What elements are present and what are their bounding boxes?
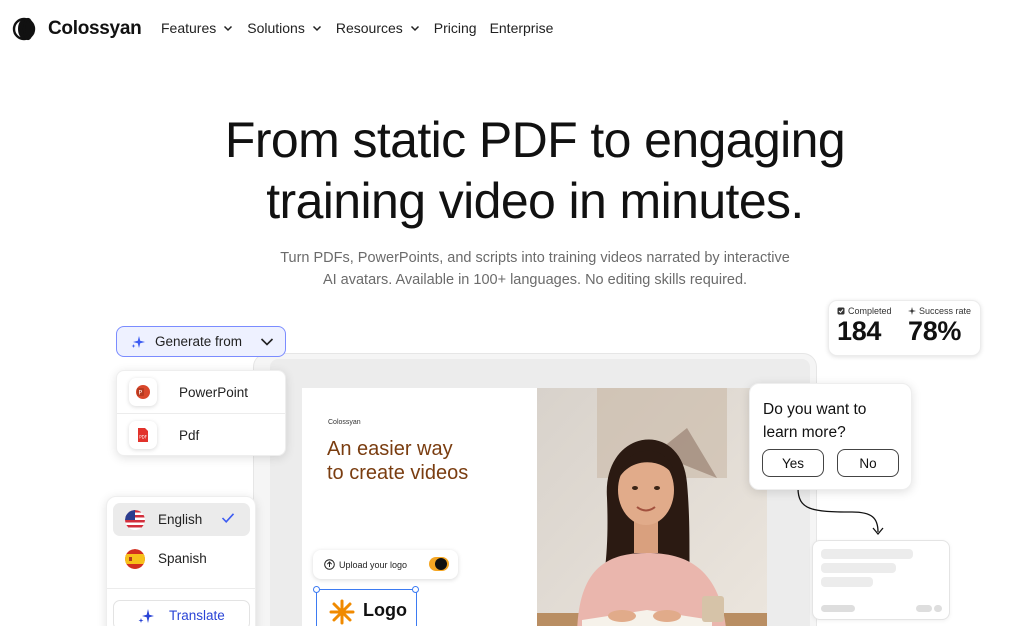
english-label: English — [158, 512, 203, 527]
logo-placeholder-box[interactable]: Logo — [313, 586, 419, 626]
nav-solutions[interactable]: Solutions — [247, 20, 322, 36]
question-text: Do you want to learn more? — [763, 398, 866, 444]
resize-handle[interactable] — [313, 586, 320, 593]
completed-label: Completed — [848, 306, 892, 316]
menu-divider — [107, 588, 255, 589]
chevron-down-icon — [260, 337, 274, 346]
logo-toggle-switch[interactable] — [429, 557, 449, 571]
chevron-down-icon — [410, 25, 419, 32]
stats-card: Completed 184 Success rate 78% — [828, 300, 981, 356]
chevron-down-icon — [312, 25, 321, 32]
logo-box-label: Logo — [363, 600, 407, 620]
nav-enterprise[interactable]: Enterprise — [490, 20, 554, 36]
source-option-pdf[interactable]: PDF Pdf — [117, 414, 285, 456]
stat-completed: Completed 184 — [837, 306, 892, 347]
hero-subtitle: Turn PDFs, PowerPoints, and scripts into… — [0, 247, 1024, 291]
sparkle-icon — [908, 307, 916, 315]
nav-resources[interactable]: Resources — [336, 20, 420, 36]
completed-icon — [837, 307, 845, 315]
pdf-icon: PDF — [129, 421, 157, 449]
generate-from-dropdown[interactable]: Generate from — [116, 326, 286, 357]
brand-name: Colossyan — [48, 18, 142, 39]
chevron-down-icon — [224, 25, 233, 32]
nav-pricing-label: Pricing — [433, 20, 477, 36]
pdf-label: Pdf — [179, 427, 200, 443]
placeholder-bar — [934, 605, 942, 612]
main-menu: Features Solutions Resources Pricing Ent… — [161, 20, 566, 36]
svg-text:PDF: PDF — [139, 435, 147, 440]
nav-pricing[interactable]: Pricing — [434, 20, 477, 36]
spanish-label: Spanish — [158, 551, 207, 566]
success-label: Success rate — [919, 306, 972, 316]
avatar-video-photo — [537, 388, 767, 626]
brand-logo[interactable]: Colossyan — [12, 17, 142, 41]
hero-subtitle-line-2: AI avatars. Available in 100+ languages.… — [322, 272, 748, 288]
interactive-question-card: Do you want to learn more? Yes No — [749, 383, 912, 490]
svg-text:P: P — [139, 390, 143, 397]
slide-headline-line-2: to create videos — [327, 462, 469, 484]
upload-icon — [324, 559, 335, 570]
placeholder-bar — [821, 563, 896, 573]
translate-button[interactable]: Translate — [113, 600, 250, 626]
sparkle-icon — [131, 335, 145, 348]
language-option-spanish[interactable]: Spanish — [113, 542, 250, 575]
nav-features-label: Features — [161, 20, 217, 36]
source-options-menu: P PowerPoint PDF Pdf — [116, 370, 286, 456]
translate-label: Translate — [169, 607, 225, 623]
hero-title: From static PDF to engaging training vid… — [0, 110, 1024, 232]
slide-headline: An easier way to create videos — [327, 437, 468, 485]
placeholder-bar — [916, 605, 932, 612]
question-line-1: Do you want to — [763, 401, 867, 418]
spain-flag-icon — [125, 548, 145, 569]
placeholder-bar — [821, 605, 855, 612]
branch-arrow-icon — [797, 488, 884, 536]
stat-success-rate: Success rate 78% — [908, 306, 971, 347]
upload-logo-toggle[interactable]: Upload your logo — [313, 550, 458, 579]
sparkle-logo-icon — [329, 599, 355, 625]
placeholder-bar — [821, 549, 913, 559]
powerpoint-label: PowerPoint — [179, 384, 249, 400]
language-menu: English Spanish Translate — [106, 496, 256, 626]
yes-button[interactable]: Yes — [762, 449, 824, 477]
sparkle-icon — [138, 609, 154, 623]
nav-enterprise-label: Enterprise — [489, 20, 554, 36]
nav-features[interactable]: Features — [161, 20, 233, 36]
powerpoint-icon: P — [129, 378, 157, 406]
us-flag-icon — [125, 509, 145, 530]
check-icon — [221, 513, 235, 523]
next-scene-placeholder-card — [812, 540, 950, 620]
question-line-2: learn more? — [763, 424, 846, 441]
hero-title-line-1: From static PDF to engaging — [224, 112, 846, 168]
colossyan-logo-icon — [12, 17, 36, 41]
language-option-english[interactable]: English — [113, 503, 250, 536]
slide-brand: Colossyan — [328, 419, 361, 426]
avatar-presenter-image — [537, 388, 767, 626]
top-navigation: Colossyan Features Solutions Resources P… — [0, 0, 1024, 58]
placeholder-bar — [821, 577, 873, 587]
hero-title-line-2: training video in minutes. — [266, 173, 804, 229]
source-option-powerpoint[interactable]: P PowerPoint — [117, 371, 285, 413]
generate-from-label: Generate from — [155, 334, 243, 349]
resize-handle[interactable] — [412, 586, 419, 593]
no-button[interactable]: No — [837, 449, 899, 477]
completed-value: 184 — [837, 316, 882, 346]
slide-headline-line-1: An easier way — [327, 438, 453, 460]
hero-subtitle-line-1: Turn PDFs, PowerPoints, and scripts into… — [280, 250, 790, 266]
nav-resources-label: Resources — [335, 20, 403, 36]
success-value: 78% — [908, 316, 962, 346]
nav-solutions-label: Solutions — [247, 20, 305, 36]
upload-logo-label: Upload your logo — [339, 559, 408, 570]
